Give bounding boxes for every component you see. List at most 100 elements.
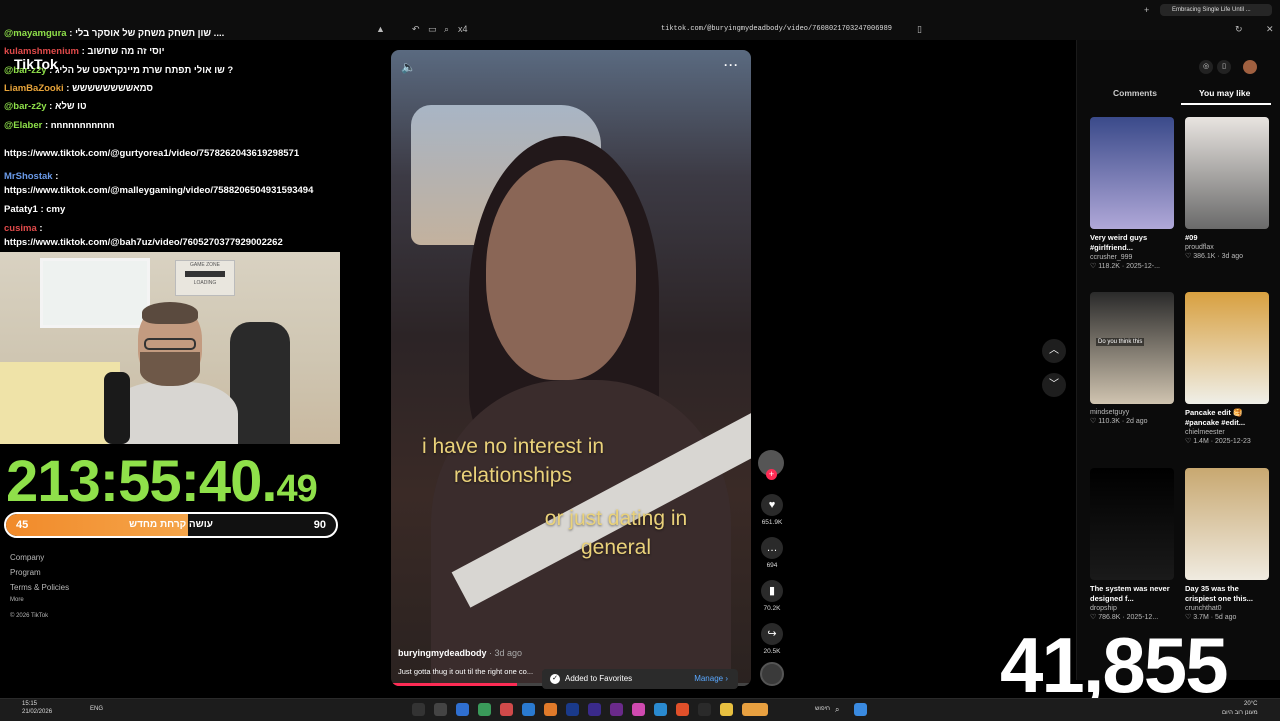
share-icon[interactable]: ↪ bbox=[761, 623, 783, 645]
card-username[interactable]: dropship bbox=[1090, 605, 1174, 612]
chat-link[interactable]: https://www.tiktok.com/@gurtyorea1/video… bbox=[4, 148, 299, 159]
suggestion-card[interactable]: Very weird guys #girlfriend... ccrusher_9… bbox=[1090, 117, 1174, 270]
video-thumbnail[interactable] bbox=[1090, 117, 1174, 229]
chat-text: : סמאשששששששש bbox=[66, 83, 154, 94]
author-name[interactable]: buryingmydeadbody bbox=[398, 648, 487, 658]
card-username[interactable]: mindsetguyy bbox=[1090, 409, 1174, 416]
video-player[interactable]: 🔈 ··· i have no interest in relationship… bbox=[391, 50, 751, 686]
prev-video-button[interactable]: ︿ bbox=[1042, 339, 1066, 363]
card-title[interactable]: Pancake edit 🥞 #pancake #edit... bbox=[1185, 408, 1269, 428]
volume-icon[interactable]: 🔈 bbox=[401, 60, 416, 74]
app-icon[interactable] bbox=[522, 703, 535, 716]
compass-icon[interactable]: ◎ bbox=[1199, 60, 1213, 74]
search-icon[interactable]: ⌕ bbox=[444, 24, 449, 35]
card-title[interactable]: Day 35 was the crispiest one this... bbox=[1185, 584, 1269, 604]
suggestion-card[interactable]: The system was never designed f... dropsh… bbox=[1090, 468, 1174, 621]
suggestion-card[interactable]: Day 35 was the crispiest one this... crun… bbox=[1185, 468, 1269, 621]
video-thumbnail[interactable] bbox=[1185, 117, 1269, 229]
card-title[interactable]: Very weird guys #girlfriend... bbox=[1090, 233, 1174, 253]
action-comment[interactable]: … 694 bbox=[760, 537, 784, 569]
chat-link[interactable]: https://www.tiktok.com/@malleygaming/vid… bbox=[4, 185, 313, 196]
tab-you-may-like[interactable]: You may like bbox=[1199, 88, 1250, 98]
app-icon[interactable] bbox=[434, 703, 447, 716]
taskbar-date: 21/02/2026 bbox=[22, 709, 53, 715]
record-icon[interactable]: ▲ bbox=[376, 24, 385, 34]
app-icon[interactable] bbox=[566, 703, 579, 716]
start-icon[interactable] bbox=[854, 703, 867, 716]
card-username[interactable]: chielmeester bbox=[1185, 429, 1269, 436]
app-icon[interactable] bbox=[456, 703, 469, 716]
chat-text: : nnnnnnnnnnn bbox=[44, 120, 115, 131]
brave-icon[interactable] bbox=[676, 703, 689, 716]
card-username[interactable]: crunchthat0 bbox=[1185, 605, 1269, 612]
creator-avatar[interactable]: + bbox=[758, 450, 784, 480]
action-bookmark[interactable]: ▮ 70.2K bbox=[760, 580, 784, 612]
search-label[interactable]: חיפוש bbox=[815, 706, 830, 712]
card-username[interactable]: ccrusher_999 bbox=[1090, 254, 1174, 261]
footer-link-program[interactable]: Program bbox=[10, 568, 41, 577]
app-icon[interactable] bbox=[632, 703, 645, 716]
bookmark-icon[interactable]: ▯ bbox=[917, 24, 922, 35]
footer-link-more[interactable]: More bbox=[10, 597, 24, 603]
reload-icon[interactable]: ↻ bbox=[1235, 24, 1243, 35]
device-icon[interactable]: ▯ bbox=[1217, 60, 1231, 74]
app-icon[interactable] bbox=[654, 703, 667, 716]
footer-copyright: © 2026 TikTok bbox=[10, 613, 49, 619]
sound-disc-icon[interactable] bbox=[760, 662, 784, 686]
footer-link-company[interactable]: Company bbox=[10, 553, 44, 562]
tab-comments[interactable]: Comments bbox=[1113, 88, 1157, 98]
close-icon[interactable]: ✕ bbox=[1266, 24, 1274, 35]
suggestion-card[interactable]: Do you think this mindsetguyy ♡ 110.3K · 2… bbox=[1090, 292, 1174, 425]
new-tab-icon[interactable]: + bbox=[1144, 5, 1149, 15]
browser-tab[interactable]: Embracing Single Life Until ... bbox=[1160, 4, 1272, 16]
chat-message: @Elaber : nnnnnnnnnnn bbox=[4, 120, 115, 131]
url-text[interactable]: tiktok.com/@buryingmydeadbody/video/7608… bbox=[661, 25, 892, 33]
tab-title: Embracing Single Life Until ... bbox=[1172, 7, 1251, 13]
app-icon[interactable] bbox=[500, 703, 513, 716]
chat-username: @mayamgura bbox=[4, 28, 67, 39]
chat-text: : שון תשחק משחק של אוסקר בלי .... bbox=[69, 28, 225, 39]
card-stats: ♡ 1.4M · 2025-12-23 bbox=[1185, 438, 1251, 445]
video-author[interactable]: buryingmydeadbody · 3d ago bbox=[398, 648, 522, 658]
app-icon[interactable] bbox=[588, 703, 601, 716]
chat-link[interactable]: https://www.tiktok.com/@bah7uz/video/760… bbox=[4, 237, 283, 248]
bookmark-icon[interactable]: ▮ bbox=[761, 580, 783, 602]
card-stats: ♡ 110.3K · 2d ago bbox=[1090, 418, 1148, 425]
weather-widget-icon[interactable] bbox=[742, 703, 768, 716]
comment-icon[interactable]: … bbox=[761, 537, 783, 559]
tiktok-logo[interactable]: TikTok bbox=[14, 56, 58, 72]
more-options-icon[interactable]: ··· bbox=[724, 58, 739, 72]
card-title[interactable]: The system was never designed f... bbox=[1090, 584, 1174, 604]
action-share[interactable]: ↪ 20.5K bbox=[760, 623, 784, 655]
card-stats: ♡ 118.2K · 2025-12-... bbox=[1090, 263, 1160, 270]
folder-icon[interactable] bbox=[720, 703, 733, 716]
app-icon[interactable] bbox=[412, 703, 425, 716]
side-panel: ◎ ▯ Comments You may like Very weird guy… bbox=[1076, 40, 1280, 680]
active-tab-indicator bbox=[1181, 103, 1271, 105]
heart-icon[interactable]: ♥ bbox=[761, 494, 783, 516]
app-icon[interactable] bbox=[544, 703, 557, 716]
tab-icon[interactable]: ▭ bbox=[428, 24, 437, 35]
video-thumbnail[interactable]: Do you think this bbox=[1090, 292, 1174, 404]
follow-plus-icon[interactable]: + bbox=[766, 469, 777, 480]
next-video-button[interactable]: ﹀ bbox=[1042, 373, 1066, 397]
search-icon[interactable]: ⌕ bbox=[835, 705, 839, 715]
toast-manage-link[interactable]: Manage › bbox=[694, 674, 728, 683]
card-title[interactable]: #09 bbox=[1185, 233, 1269, 243]
suggestion-card[interactable]: #09 proudflax ♡ 386.1K · 3d ago bbox=[1185, 117, 1269, 260]
app-icon[interactable] bbox=[610, 703, 623, 716]
app-icon[interactable] bbox=[698, 703, 711, 716]
footer-link-terms[interactable]: Terms & Policies bbox=[10, 583, 69, 592]
action-heart[interactable]: ♥ 651.9K bbox=[760, 494, 784, 526]
suggestion-card[interactable]: Pancake edit 🥞 #pancake #edit... chielmee… bbox=[1185, 292, 1269, 445]
address-bar[interactable]: ▲ ↶ ▭ ⌕ x4 tiktok.com/@buryingmydeadbody… bbox=[370, 22, 930, 38]
video-thumbnail[interactable] bbox=[1185, 292, 1269, 404]
card-username[interactable]: proudflax bbox=[1185, 244, 1269, 251]
app-icon[interactable] bbox=[478, 703, 491, 716]
back-icon[interactable]: ↶ bbox=[412, 24, 420, 35]
video-thumbnail[interactable] bbox=[1185, 468, 1269, 580]
chat-username: MrShostak bbox=[4, 171, 53, 182]
language-indicator[interactable]: ENG bbox=[90, 706, 103, 712]
video-thumbnail[interactable] bbox=[1090, 468, 1174, 580]
profile-avatar[interactable] bbox=[1243, 60, 1257, 74]
